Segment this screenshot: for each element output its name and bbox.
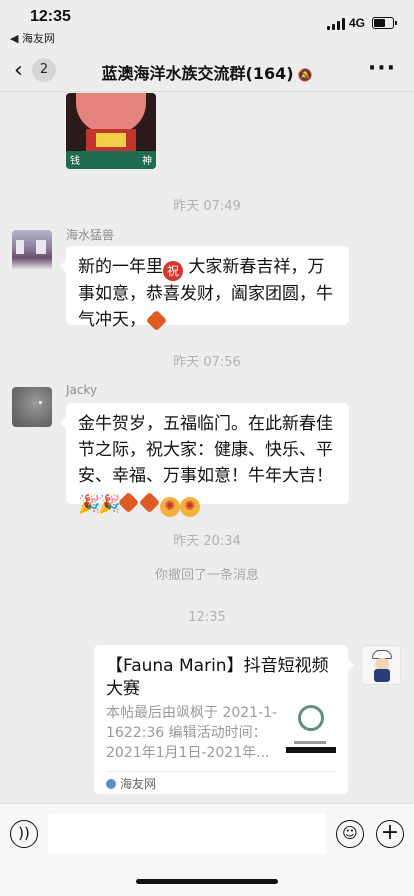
chat-title-text: 蓝澳海洋水族交流群(164) [101, 64, 294, 83]
more-button[interactable]: ··· [368, 56, 396, 81]
divider [106, 771, 336, 772]
timestamp: 12:35 [188, 610, 226, 625]
avatar[interactable] [12, 387, 52, 427]
back-button[interactable]: ‹ [14, 58, 23, 83]
link-card-thumbnail [284, 701, 336, 753]
avatar[interactable] [12, 230, 52, 270]
blessing-emoji-icon: 祝 [163, 261, 183, 281]
chat-messages[interactable]: 钱神 昨天 07:49 海水猛兽 新的一年里祝 大家新春吉祥，万事如意，恭喜发财… [0, 93, 414, 803]
voice-button[interactable]: )) [10, 820, 38, 848]
link-card-title: 【Fauna Marin】抖音短视频大赛 [106, 656, 329, 699]
network-type: 4G [349, 16, 366, 30]
sender-name: Jacky [66, 383, 98, 397]
timestamp: 昨天 07:49 [173, 199, 241, 214]
timestamp: 昨天 20:34 [173, 534, 241, 549]
battery-icon [372, 17, 397, 29]
voice-icon: )) [18, 824, 30, 842]
unread-count-badge[interactable]: 2 [32, 58, 56, 82]
chevron-left-icon: ‹ [14, 58, 23, 83]
back-to-app-link[interactable]: ◀ 海友网 [10, 30, 55, 46]
source-logo-icon [106, 779, 116, 789]
more-dots-icon: ··· [367, 56, 396, 81]
link-card[interactable]: 【Fauna Marin】抖音短视频大赛 本帖最后由飒枫于 2021-1-162… [94, 645, 354, 794]
home-indicator[interactable] [136, 879, 278, 884]
link-card-source-name: 海友网 [120, 777, 157, 791]
plus-icon: + [380, 820, 400, 845]
chat-title: 蓝澳海洋水族交流群(164) 🔕 [70, 60, 344, 84]
fu-emoji-icon [138, 491, 161, 514]
own-avatar[interactable] [361, 645, 401, 685]
message-input[interactable] [48, 814, 326, 854]
recall-notice: 你撤回了一条消息 [154, 568, 259, 583]
status-bar: 12:35 ◀ 海友网 4G [0, 0, 414, 48]
battery-level [374, 19, 386, 27]
fireworks-icon: ✺ [180, 497, 200, 517]
message-bubble[interactable]: 金牛贺岁，五福临门。在此新春佳节之际，祝大家：健康、快乐、平安、幸福、万事如意！… [60, 403, 349, 517]
signal-icon [327, 18, 345, 30]
party-popper-icon: 🎉 [78, 494, 101, 515]
message-text: 新的一年里 [78, 257, 163, 277]
message-bubble[interactable]: 新的一年里祝 大家新春吉祥，万事如意，恭喜发财，阖家团圆，牛气冲天， [60, 246, 349, 332]
link-card-source: 海友网 [106, 775, 156, 792]
smiley-icon: ☺ [342, 824, 358, 842]
sender-name: 海水猛兽 [66, 228, 115, 242]
fu-emoji-icon [145, 309, 168, 332]
fireworks-icon: ✺ [160, 497, 180, 517]
plus-button[interactable]: + [376, 820, 404, 848]
party-popper-icon: 🎉 [98, 494, 121, 515]
bell-muted-icon: 🔕 [297, 68, 313, 82]
fu-emoji-icon [117, 491, 140, 514]
chat-header: ‹ 2 蓝澳海洋水族交流群(164) 🔕 ··· [0, 48, 414, 92]
sticker-image[interactable]: 钱神 [66, 93, 156, 169]
link-card-description: 本帖最后由飒枫于 2021-1-1622:36 编辑活动时间：2021年1月1日… [106, 705, 278, 761]
status-time: 12:35 [30, 8, 71, 25]
message-text: 金牛贺岁，五福临门。在此新春佳节之际，祝大家：健康、快乐、平安、幸福、万事如意！… [78, 414, 333, 486]
emoji-button[interactable]: ☺ [336, 820, 364, 848]
timestamp: 昨天 07:56 [173, 355, 241, 370]
